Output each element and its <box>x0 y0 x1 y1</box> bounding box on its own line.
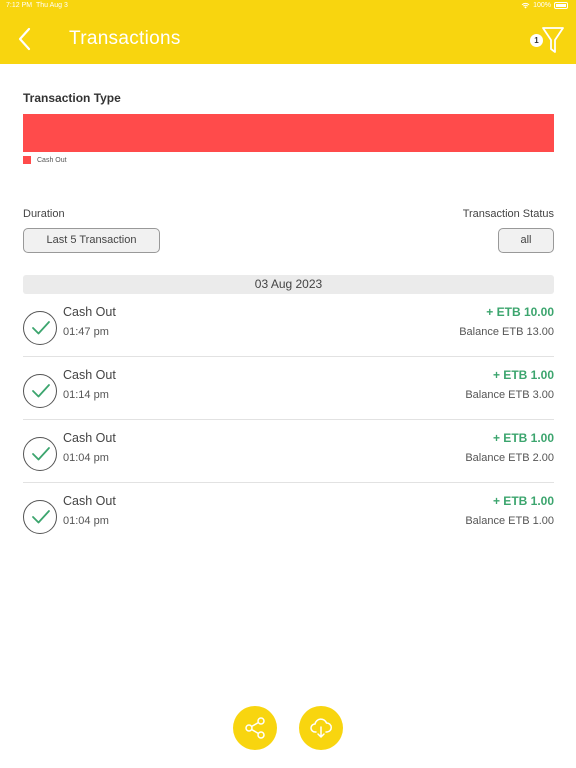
transaction-amount: + ETB 1.00 <box>492 494 554 508</box>
legend-label-cash-out: Cash Out <box>37 156 67 164</box>
transaction-title: Cash Out <box>63 431 116 445</box>
check-circle-icon <box>23 500 57 534</box>
transaction-amount: + ETB 1.00 <box>492 431 554 445</box>
transaction-balance: Balance ETB 1.00 <box>465 515 554 527</box>
transaction-time: 01:04 pm <box>63 515 109 527</box>
duration-label: Duration <box>23 208 65 220</box>
transaction-time: 01:04 pm <box>63 452 109 464</box>
back-button[interactable] <box>14 26 36 52</box>
cloud-download-icon <box>310 718 332 738</box>
transaction-row[interactable]: Cash Out 01:14 pm + ETB 1.00 Balance ETB… <box>23 357 554 420</box>
status-time-date: 7:12 PM Thu Aug 3 <box>6 2 68 9</box>
check-circle-icon <box>23 374 57 408</box>
transaction-status-select-button[interactable]: all <box>498 228 554 253</box>
transaction-title: Cash Out <box>63 368 116 382</box>
filter-button[interactable]: 1 <box>528 26 566 54</box>
duration-select-button[interactable]: Last 5 Transaction <box>23 228 160 253</box>
transaction-time: 01:47 pm <box>63 326 109 338</box>
check-circle-icon <box>23 437 57 471</box>
status-bar: 7:12 PM Thu Aug 3 100% <box>0 0 576 12</box>
transaction-title: Cash Out <box>63 305 116 319</box>
transaction-amount: + ETB 10.00 <box>486 305 554 319</box>
transaction-balance: Balance ETB 2.00 <box>465 452 554 464</box>
status-indicators: 100% <box>521 2 568 9</box>
app-header: 7:12 PM Thu Aug 3 100% Transactions 1 <box>0 0 576 64</box>
battery-percent: 100% <box>533 2 551 9</box>
check-circle-icon <box>23 311 57 345</box>
transaction-row[interactable]: Cash Out 01:04 pm + ETB 1.00 Balance ETB… <box>23 483 554 546</box>
transaction-title: Cash Out <box>63 494 116 508</box>
page-title: Transactions <box>69 28 181 49</box>
transaction-type-legend: Cash Out <box>23 156 67 164</box>
funnel-icon <box>542 27 564 53</box>
wifi-icon <box>521 2 530 9</box>
status-date: Thu Aug 3 <box>35 2 68 9</box>
date-group-header: 03 Aug 2023 <box>23 275 554 294</box>
battery-icon <box>554 2 568 9</box>
transaction-list: Cash Out 01:47 pm + ETB 10.00 Balance ET… <box>23 294 554 546</box>
transaction-time: 01:14 pm <box>63 389 109 401</box>
legend-swatch-cash-out <box>23 156 31 164</box>
transaction-status-label: Transaction Status <box>462 208 554 220</box>
transaction-amount: + ETB 1.00 <box>492 368 554 382</box>
status-time: 7:12 PM <box>6 2 33 9</box>
chevron-left-icon <box>18 27 31 51</box>
transaction-balance: Balance ETB 13.00 <box>459 326 554 338</box>
transaction-balance: Balance ETB 3.00 <box>465 389 554 401</box>
download-button[interactable] <box>299 706 343 750</box>
transaction-type-title: Transaction Type <box>23 91 121 105</box>
share-icon <box>245 717 265 739</box>
transaction-row[interactable]: Cash Out 01:47 pm + ETB 10.00 Balance ET… <box>23 294 554 357</box>
share-button[interactable] <box>233 706 277 750</box>
transaction-row[interactable]: Cash Out 01:04 pm + ETB 1.00 Balance ETB… <box>23 420 554 483</box>
transaction-type-bar <box>23 114 554 152</box>
